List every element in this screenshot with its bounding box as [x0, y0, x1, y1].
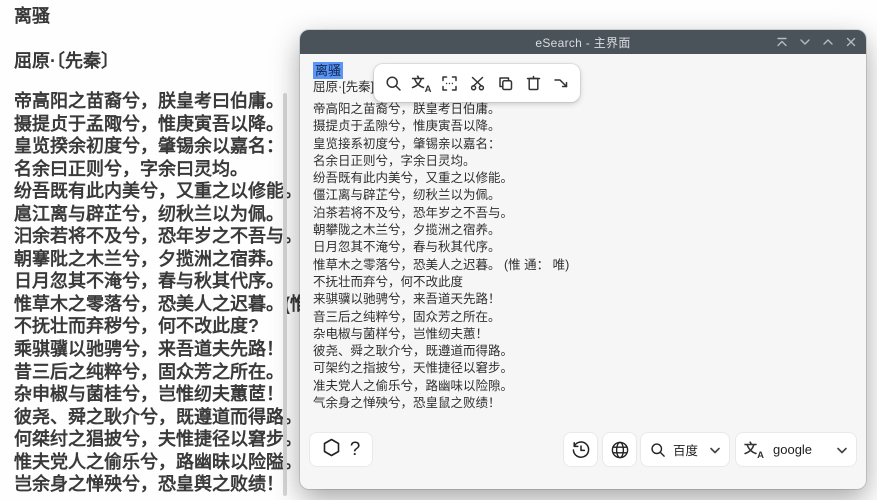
poem-body: 帝高阳之苗裔兮，朕皇考曰伯庸。 摄提贞于孟陬兮，惟庚寅吾以降。 皇览揆余初度兮，… — [14, 90, 308, 496]
ocr-line: 惟草木之零落兮，恐美人之迟暮。 (惟 通： 唯) — [313, 257, 569, 274]
ocr-line: 日月忽其不淹兮，春与秋其代序。 — [313, 239, 569, 256]
window-titlebar[interactable]: eSearch - 主界面 — [300, 30, 866, 54]
chevron-down-icon — [710, 441, 720, 459]
poem-title: 离骚 — [14, 2, 50, 28]
poem-line: 彼尧、舜之耿介兮，既遵道而得路。 — [14, 406, 308, 429]
poem-line: 昔三后之纯粹兮，固众芳之所在。 — [14, 361, 308, 384]
ocr-scan-icon[interactable] — [439, 73, 459, 93]
ocr-line: 帝高阳之苗裔兮，朕皇考日伯庸。 — [313, 101, 569, 118]
cut-icon[interactable] — [467, 73, 487, 93]
poem-line: 何桀纣之猖披兮，夫惟捷径以窘步。 — [14, 428, 308, 451]
page-scrollbar[interactable] — [283, 93, 287, 496]
selection-toolbar: 文A — [374, 64, 580, 102]
paste-icon[interactable] — [523, 73, 543, 93]
translate-engine-value: google — [769, 442, 830, 457]
ocr-line: 可架约之指披兮，天惟捷径以窘步。 — [313, 360, 569, 377]
poem-line: 不抚壮而弃秽兮，何不改此度? — [14, 315, 308, 338]
ocr-line: 纷吾既有此内美兮，又重之以修能。 — [313, 170, 569, 187]
esearch-window: eSearch - 主界面 离骚 屈原·[先秦] 帝高阳之苗裔兮，朕皇考日伯庸。… — [300, 30, 866, 489]
poem-line: 乘骐骥以驰骋兮，来吾道夫先路！ — [14, 338, 308, 361]
maximize-icon[interactable] — [822, 36, 834, 48]
ocr-line: 摄提贞于孟隙兮，惟庚寅吾以降。 — [313, 118, 569, 135]
ocr-line: 皇览接系初度兮，肇锡亲以嘉名： — [313, 136, 569, 153]
poem-line: 杂申椒与菌桂兮，岂惟纫夫蕙茝！ — [14, 383, 308, 406]
search-engine-select[interactable]: 百度 — [641, 433, 729, 466]
minimize-icon[interactable] — [799, 36, 811, 48]
ocr-line: 不抚壮而弃兮，何不改此度 — [313, 274, 569, 291]
ocr-line: 气余身之惮殃兮，恐皇鼠之败绩！ — [313, 395, 569, 412]
bottom-left-group: ? — [310, 433, 372, 466]
poem-line: 皇览揆余初度兮，肇锡余以嘉名： — [14, 135, 308, 158]
ocr-line: 彼尧、舜之耿介兮，既遵道而得路。 — [313, 343, 569, 360]
ocr-line: 泊茶若将不及兮，恐年岁之不吾与。 — [313, 205, 569, 222]
translate-engine-select[interactable]: 文A google — [736, 433, 856, 466]
window-title: eSearch - 主界面 — [535, 34, 630, 51]
window-content: 离骚 屈原·[先秦] 帝高阳之苗裔兮，朕皇考日伯庸。 摄提贞于孟隙兮，惟庚寅吾以… — [300, 54, 866, 489]
chevron-down-icon — [837, 441, 847, 459]
history-button[interactable] — [564, 433, 597, 466]
poem-line: 帝高阳之苗裔兮，朕皇考曰伯庸。 — [14, 90, 308, 113]
send-to-corner-icon[interactable] — [551, 73, 571, 93]
poem-line: 日月忽其不淹兮，春与秋其代序。 — [14, 270, 308, 293]
poem-line: 名余曰正则兮，字余曰灵均。 — [14, 158, 308, 181]
ocr-text-area[interactable]: 离骚 屈原·[先秦] 帝高阳之苗裔兮，朕皇考日伯庸。 摄提贞于孟隙兮，惟庚寅吾以… — [313, 62, 569, 412]
search-engine-value: 百度 — [673, 440, 703, 459]
ocr-line: 名余日正则兮，字余日灵均。 — [313, 153, 569, 170]
pin-to-top-icon[interactable] — [776, 36, 788, 48]
poem-line: 汩余若将不及兮，恐年岁之不吾与。 — [14, 225, 308, 248]
ocr-lines: 帝高阳之苗裔兮，朕皇考日伯庸。 摄提贞于孟隙兮，惟庚寅吾以降。 皇览接系初度兮，… — [313, 101, 569, 412]
copy-icon[interactable] — [495, 73, 515, 93]
ocr-line: 朝攀陇之木兰兮，夕揽洲之宿养。 — [313, 222, 569, 239]
poem-line: 岂余身之惮殃兮，恐皇舆之败绩！ — [14, 473, 308, 496]
globe-button[interactable] — [603, 433, 636, 466]
translate-icon: 文A — [745, 441, 762, 458]
ocr-line: 音三后之纯粹兮，固众芳之所在。 — [313, 309, 569, 326]
poem-author: 屈原·〔先秦〕 — [14, 47, 119, 73]
translate-icon[interactable]: 文A — [411, 73, 431, 93]
poem-line: 纷吾既有此内美兮，又重之以修能。 — [14, 180, 308, 203]
poem-line: 朝搴阰之木兰兮，夕揽洲之宿莽。 — [14, 248, 308, 271]
ocr-line: 来骐骥以驰骋兮，来吾道天先路！ — [313, 291, 569, 308]
help-icon[interactable]: ? — [350, 439, 361, 461]
close-icon[interactable] — [845, 36, 857, 48]
ocr-line: 准夫党人之偷乐兮，路幽味以险隙。 — [313, 378, 569, 395]
poem-line: 摄提贞于孟陬兮，惟庚寅吾以降。 — [14, 113, 308, 136]
ocr-line: 杂电椒与菌样兮，岂惟纫夫蕙！ — [313, 326, 569, 343]
poem-line: 惟草木之零落兮，恐美人之迟暮。(惟 — [14, 293, 308, 316]
hexagon-icon[interactable] — [322, 438, 341, 462]
poem-line: 扈江离与辟芷兮，纫秋兰以为佩。 — [14, 203, 308, 226]
selected-text: 离骚 — [313, 62, 343, 79]
ocr-line: 僵江离与辟芷兮，纫秋兰以为佩。 — [313, 187, 569, 204]
search-icon[interactable] — [383, 73, 403, 93]
poem-line: 惟夫党人之偷乐兮，路幽昧以险隘。 — [14, 451, 308, 474]
